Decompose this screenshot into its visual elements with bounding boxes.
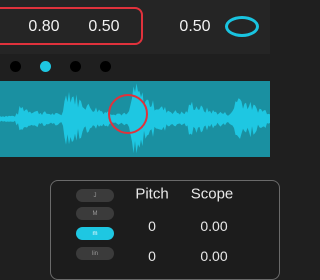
mode-option-1[interactable]: J (76, 189, 114, 202)
value-readout-3[interactable]: 0.50 (179, 18, 210, 36)
scope-value-row2[interactable]: 0.00 (200, 248, 227, 264)
mode-option-3[interactable]: m (76, 227, 114, 240)
mode-option-4[interactable]: lin (76, 247, 114, 260)
oval-toggle-icon[interactable] (225, 16, 259, 37)
playhead-cursor[interactable] (108, 94, 148, 134)
scope-value-row1[interactable]: 0.00 (200, 218, 227, 234)
page-dot-3[interactable] (70, 61, 81, 72)
scope-header: Scope (190, 185, 234, 203)
page-dot-2[interactable] (40, 61, 51, 72)
value-readout-1[interactable]: 0.80 (28, 18, 59, 36)
value-readout-2[interactable]: 0.50 (88, 18, 119, 36)
pitch-value-row1[interactable]: 0 (148, 218, 156, 234)
page-dot-4[interactable] (100, 61, 111, 72)
pitch-header: Pitch (135, 185, 169, 203)
pitch-value-row2[interactable]: 0 (148, 248, 156, 264)
selected-values-box[interactable] (0, 7, 143, 45)
mode-option-2[interactable]: M (76, 207, 114, 220)
page-dot-1[interactable] (10, 61, 21, 72)
